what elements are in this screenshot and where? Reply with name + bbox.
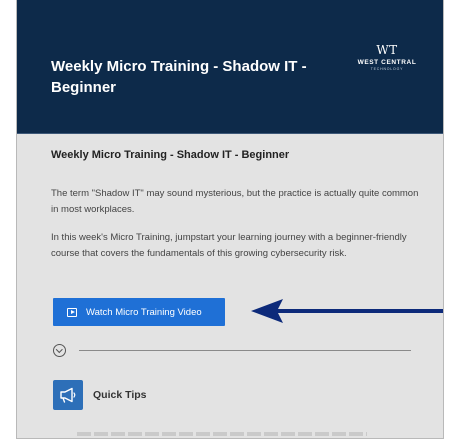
logo-subtitle: TECHNOLOGY: [370, 67, 404, 71]
arrow-left-icon: [251, 299, 443, 323]
quick-tips-label: Quick Tips: [93, 389, 147, 401]
email-frame: Weekly Micro Training - Shadow IT - Begi…: [16, 0, 444, 439]
play-icon: [67, 307, 77, 317]
chevron-down-icon[interactable]: [53, 344, 66, 357]
content-title: Weekly Micro Training - Shadow IT - Begi…: [51, 149, 290, 161]
logo-mark: WT: [376, 43, 398, 57]
intro-paragraph: The term "Shadow IT" may sound mysteriou…: [51, 188, 419, 215]
divider-line: [79, 350, 411, 351]
company-logo: WT WEST CENTRAL TECHNOLOGY: [347, 44, 427, 71]
watch-video-button[interactable]: Watch Micro Training Video: [53, 298, 225, 326]
watch-video-label: Watch Micro Training Video: [86, 306, 202, 318]
megaphone-icon: [53, 380, 83, 410]
email-body: Weekly Micro Training - Shadow IT - Begi…: [17, 134, 443, 438]
section-divider: [53, 344, 413, 360]
logo-name: WEST CENTRAL: [357, 59, 417, 66]
header-title: Weekly Micro Training - Shadow IT - Begi…: [51, 58, 307, 96]
email-header: Weekly Micro Training - Shadow IT - Begi…: [17, 0, 443, 134]
description-paragraph: In this week's Micro Training, jumpstart…: [51, 232, 407, 259]
faded-text-line: [77, 432, 367, 436]
